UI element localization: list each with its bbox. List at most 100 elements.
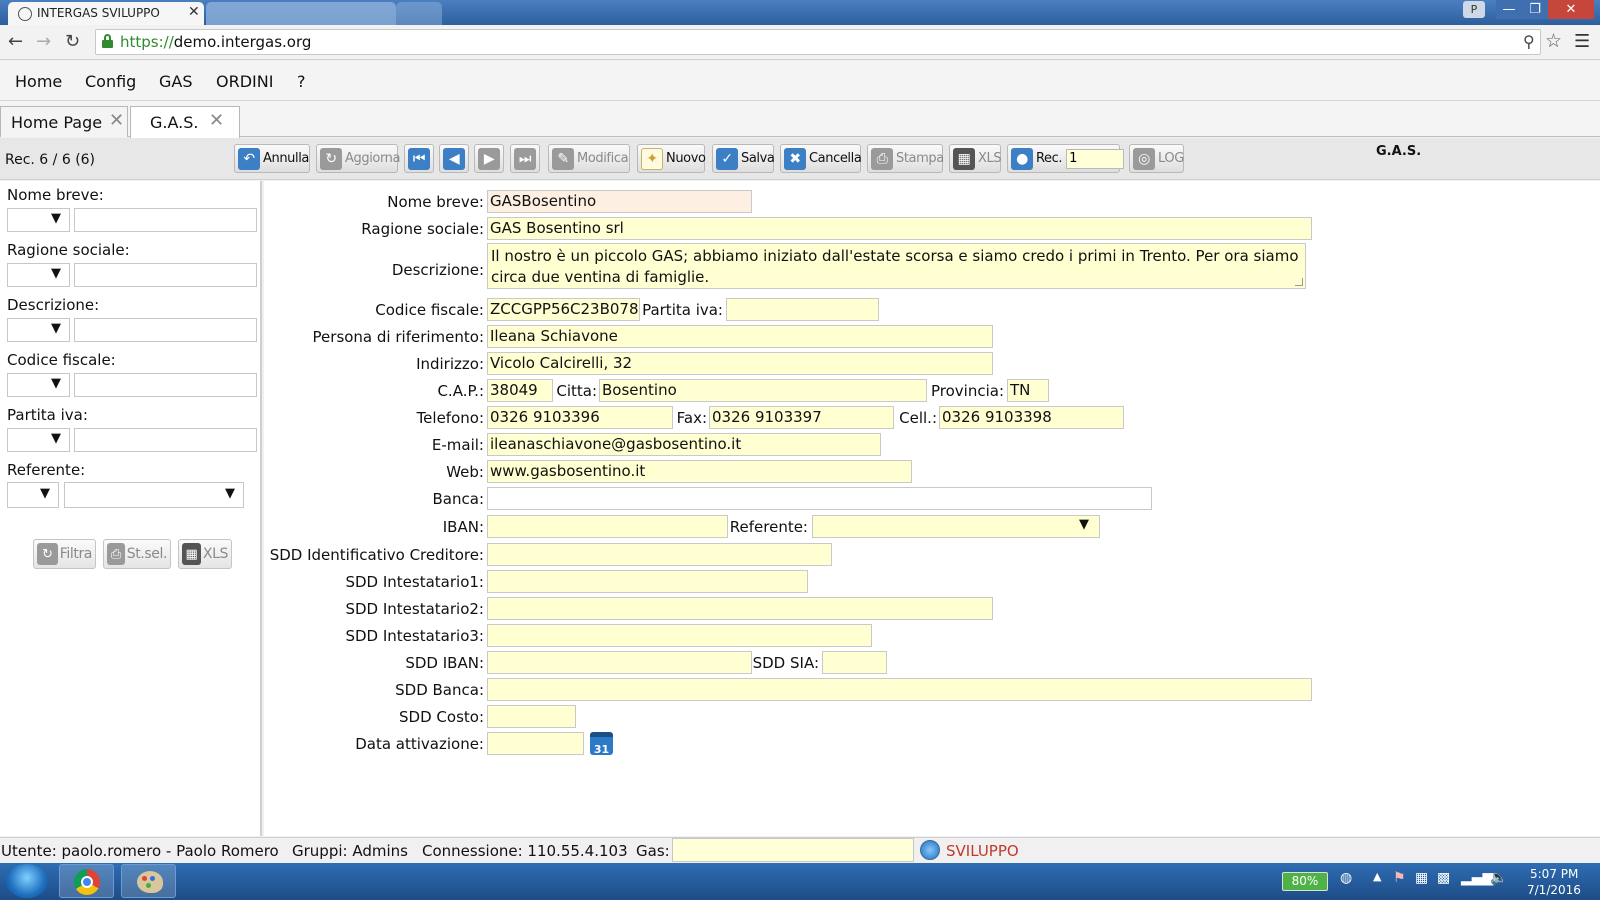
sdd-iban-field[interactable]	[487, 651, 752, 674]
minimize-icon[interactable]: —	[1496, 0, 1522, 19]
tray-sync-icon[interactable]: ◍	[1340, 870, 1352, 886]
sdd-intestatario2-field[interactable]	[487, 597, 993, 620]
chrome-taskbar-icon[interactable]	[59, 864, 114, 898]
menu-help[interactable]: ?	[297, 72, 306, 91]
filter-input-ragione-sociale[interactable]	[74, 263, 257, 287]
clock-time[interactable]: 5:07 PM	[1530, 867, 1578, 881]
sdd-intestatario1-field[interactable]	[487, 570, 808, 593]
tab-gas[interactable]: G.A.S. ✕	[130, 106, 240, 138]
codice-fiscale-field[interactable]: ZCCGPP56C23B078L	[487, 298, 640, 321]
sdd-costo-field[interactable]	[487, 705, 576, 728]
filter-op-partita-iva[interactable]	[7, 428, 70, 452]
filter-label-descrizione: Descrizione:	[7, 296, 100, 314]
filter-select-referente[interactable]	[64, 482, 244, 508]
paint-taskbar-icon[interactable]	[121, 864, 176, 898]
tab-home-page[interactable]: Home Page ✕	[0, 106, 128, 137]
referente-select[interactable]	[812, 515, 1100, 538]
menu-home[interactable]: Home	[15, 72, 62, 91]
email-field[interactable]: ileanaschiavone@gasbosentino.it	[487, 433, 881, 456]
indirizzo-field[interactable]: Vicolo Calcirelli, 32	[487, 352, 993, 375]
battery-icon[interactable]: 80%	[1282, 872, 1328, 891]
filter-input-codice-fiscale[interactable]	[74, 373, 257, 397]
persona-riferimento-field[interactable]: Ileana Schiavone	[487, 325, 993, 348]
clock-date[interactable]: 7/1/2016	[1527, 883, 1581, 897]
close-tab-gas-icon[interactable]: ✕	[209, 110, 224, 131]
url-text[interactable]: https://demo.intergas.org	[120, 33, 311, 51]
web-field[interactable]: www.gasbosentino.it	[487, 460, 912, 483]
fax-field[interactable]: 0326 9103397	[709, 406, 894, 429]
xls-label: XLS	[978, 151, 1002, 166]
tray-flag-icon[interactable]: ⚑	[1393, 870, 1406, 886]
log-button[interactable]: ◎ LOG	[1129, 144, 1184, 173]
tray-network-icon[interactable]: ▂▄▆	[1461, 870, 1493, 886]
banca-field[interactable]	[487, 487, 1152, 510]
filtra-button[interactable]: ↻ Filtra	[33, 539, 96, 569]
browser-tab-inactive-2[interactable]	[396, 2, 442, 25]
rec-goto-button[interactable]: ● Rec.	[1007, 144, 1125, 173]
stampa-button[interactable]: ⎙ Stampa	[867, 144, 944, 173]
filter-input-nome-breve[interactable]	[74, 208, 257, 232]
forward-arrow-icon[interactable]: →	[36, 31, 51, 52]
tray-windows-icon[interactable]: ▦	[1415, 870, 1428, 886]
filter-input-descrizione[interactable]	[74, 318, 257, 342]
zoom-icon[interactable]: ⚲	[1523, 32, 1535, 51]
sdd-banca-field[interactable]	[487, 678, 1312, 701]
browser-tab-active[interactable]: INTERGAS SVILUPPO ✕	[8, 2, 204, 25]
ragione-sociale-field[interactable]: GAS Bosentino srl	[487, 217, 1312, 240]
nome-breve-field[interactable]: GASBosentino	[487, 190, 752, 213]
tray-volume-icon[interactable]: 🔈	[1490, 870, 1507, 886]
sdd-intestatario3-field[interactable]	[487, 624, 872, 647]
aggiorna-button[interactable]: ↻ Aggiorna	[316, 144, 400, 173]
stampa-selezione-button[interactable]: ⎙ St.sel.	[103, 539, 171, 569]
xls-export-button[interactable]: ▦ XLS	[949, 144, 1002, 173]
edit-icon: ✎	[552, 147, 574, 170]
menu-gas[interactable]: GAS	[159, 72, 193, 91]
window-close-icon[interactable]: ✕	[1548, 0, 1594, 19]
record-number-input[interactable]	[1066, 148, 1125, 169]
sdd-sia-field[interactable]	[822, 651, 887, 674]
nuovo-button[interactable]: ✦ Nuovo	[637, 144, 706, 173]
back-arrow-icon[interactable]: ←	[8, 31, 23, 52]
filter-op-ragione-sociale[interactable]	[7, 263, 70, 287]
filter-input-partita-iva[interactable]	[74, 428, 257, 452]
tray-device-icon[interactable]: ▩	[1437, 870, 1450, 886]
salva-button[interactable]: ✓ Salva	[712, 144, 775, 173]
reload-icon[interactable]: ↻	[65, 31, 80, 52]
profile-badge[interactable]: P	[1463, 1, 1485, 18]
telefono-field[interactable]: 0326 9103396	[487, 406, 673, 429]
sdd-creditore-field[interactable]	[487, 543, 832, 566]
filter-op-nome-breve[interactable]	[7, 208, 70, 232]
browser-tab-inactive[interactable]	[206, 2, 396, 25]
citta-field[interactable]: Bosentino	[599, 379, 927, 402]
menu-config[interactable]: Config	[85, 72, 136, 91]
annulla-button[interactable]: ↶ Annulla	[234, 144, 310, 173]
bookmark-star-icon[interactable]: ☆	[1545, 30, 1562, 52]
filter-op-codice-fiscale[interactable]	[7, 373, 70, 397]
last-record-button[interactable]: ⏭	[510, 144, 540, 173]
cap-field[interactable]: 38049	[487, 379, 553, 402]
cell-field[interactable]: 0326 9103398	[939, 406, 1124, 429]
calendar-icon[interactable]: 31	[590, 732, 613, 756]
close-tab-home-icon[interactable]: ✕	[109, 110, 124, 131]
filter-op-descrizione[interactable]	[7, 318, 70, 342]
modifica-button[interactable]: ✎ Modifica	[548, 144, 630, 173]
browser-menu-icon[interactable]: ☰	[1574, 31, 1590, 52]
tray-show-hidden-icon[interactable]: ▲	[1373, 870, 1381, 883]
iban-field[interactable]	[487, 515, 728, 538]
filter-xls-button[interactable]: ▦ XLS	[178, 539, 232, 569]
provincia-field[interactable]: TN	[1007, 379, 1049, 402]
data-attivazione-field[interactable]	[487, 732, 584, 755]
menu-ordini[interactable]: ORDINI	[216, 72, 273, 91]
url-input[interactable]	[95, 29, 1541, 55]
maximize-icon[interactable]: ❐	[1522, 0, 1548, 19]
first-record-button[interactable]: ⏮	[404, 144, 434, 173]
cancella-button[interactable]: ✖ Cancella	[780, 144, 862, 173]
filter-op-referente[interactable]	[7, 482, 59, 508]
descrizione-textarea[interactable]: Il nostro è un piccolo GAS; abbiamo iniz…	[487, 243, 1306, 289]
close-tab-icon[interactable]: ✕	[188, 4, 200, 20]
partita-iva-field[interactable]	[726, 298, 879, 321]
next-record-button[interactable]: ▶	[474, 144, 504, 173]
status-gas-input[interactable]	[672, 838, 914, 862]
previous-record-button[interactable]: ◀	[439, 144, 469, 173]
windows-start-icon[interactable]	[6, 864, 48, 898]
